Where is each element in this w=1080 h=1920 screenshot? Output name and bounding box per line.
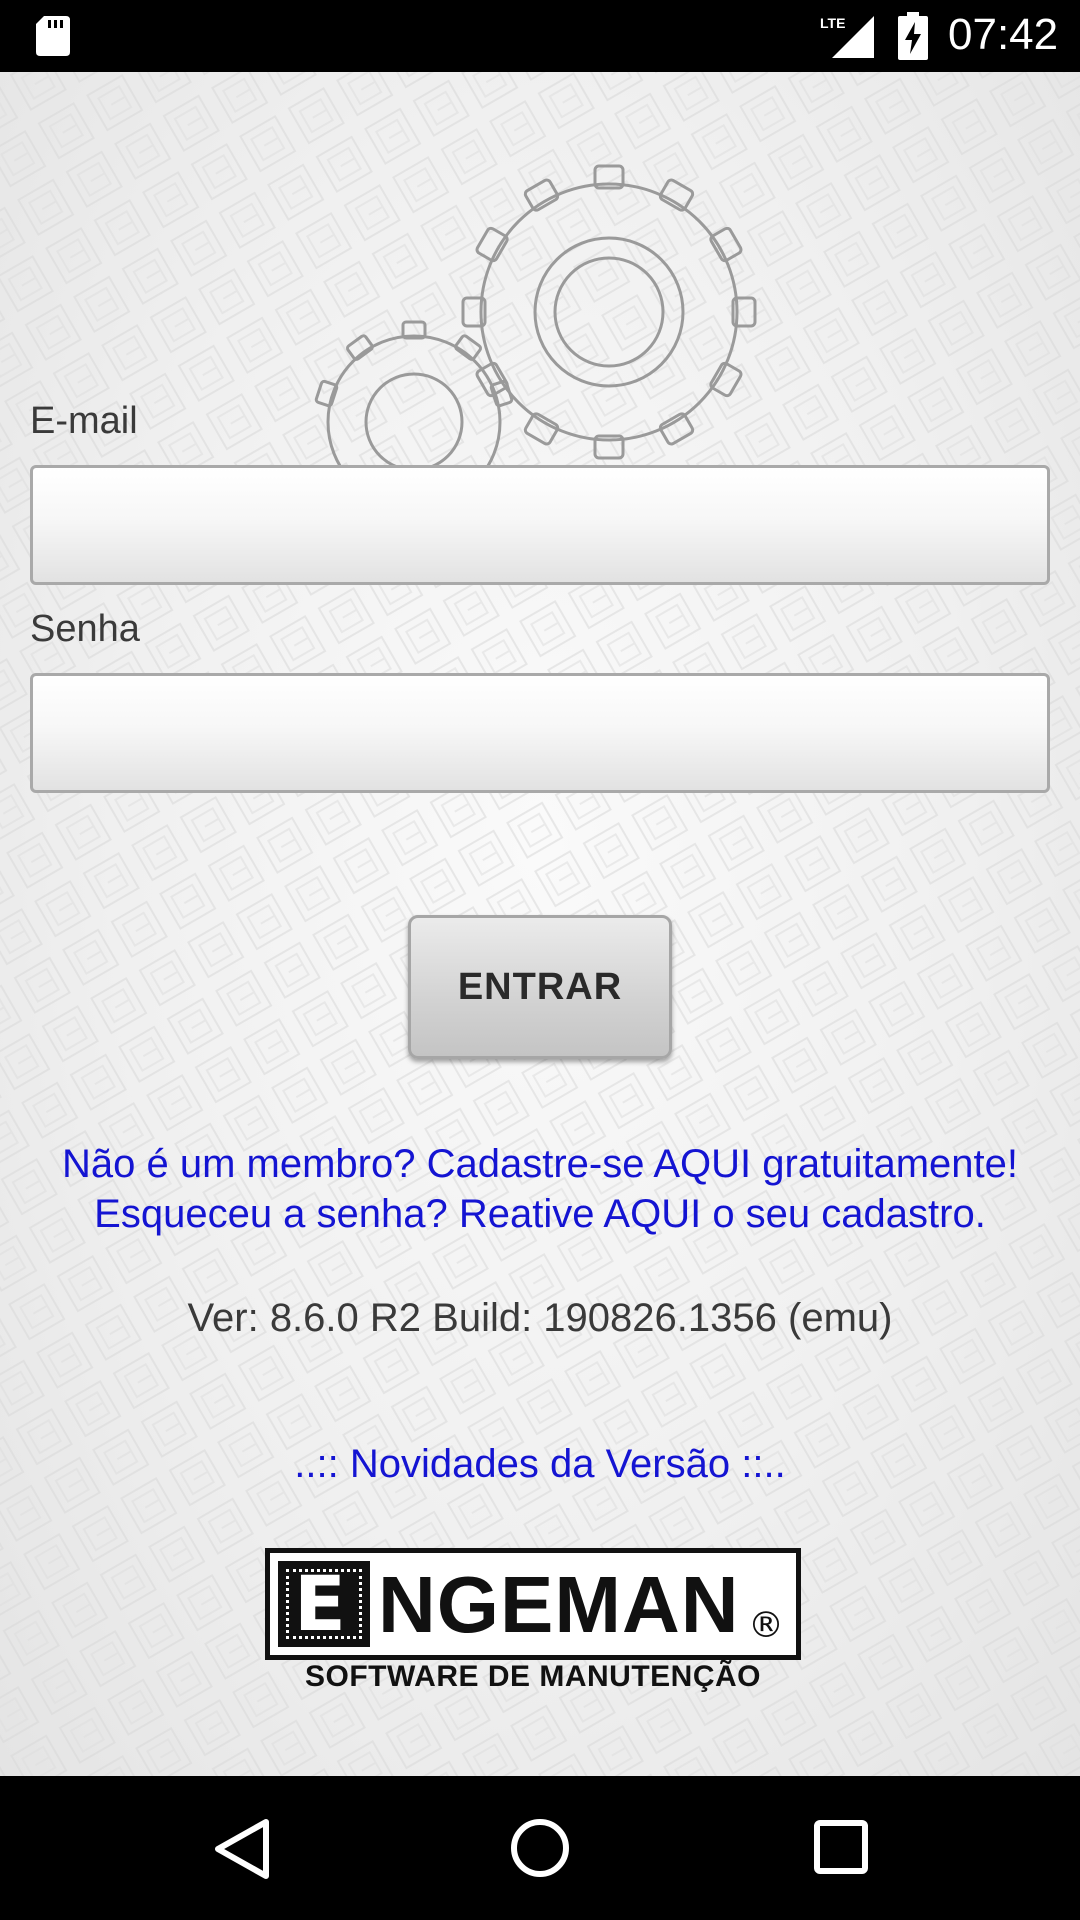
logo-name: NGEMAN (378, 1560, 740, 1649)
gears-icon (314, 164, 757, 466)
password-label: Senha (30, 608, 140, 650)
logo-e-mark: E (278, 1561, 370, 1647)
lte-signal-icon: LTE (820, 15, 874, 58)
recents-icon[interactable] (814, 1820, 868, 1874)
reactivate-account-link[interactable]: Esqueceu a senha? Reative AQUI o seu cad… (0, 1192, 1080, 1237)
sd-card-icon (36, 16, 70, 56)
battery-charging-icon (898, 12, 928, 60)
register-link[interactable]: Não é um membro? Cadastre-se AQUI gratui… (0, 1142, 1080, 1187)
login-screen: E-mail Senha ENTRAR Não é um membro? Cad… (0, 72, 1080, 1776)
password-input[interactable] (30, 673, 1050, 793)
logo-e-letter: E (294, 1559, 346, 1648)
navigation-bar (0, 1776, 1080, 1920)
release-notes-link[interactable]: ..:: Novidades da Versão ::.. (0, 1442, 1080, 1487)
logo-tagline: SOFTWARE DE MANUTENÇÃO (305, 1660, 761, 1693)
home-icon[interactable] (510, 1818, 570, 1878)
engeman-logo: E NGEMAN ® SOFTWARE DE MANUTENÇÃO (265, 1548, 801, 1693)
email-label: E-mail (30, 400, 138, 442)
registered-mark: ® (748, 1605, 784, 1646)
version-text: Ver: 8.6.0 R2 Build: 190826.1356 (emu) (187, 1296, 893, 1340)
back-icon[interactable] (212, 1818, 272, 1880)
status-clock: 07:42 (948, 10, 1059, 59)
email-input[interactable] (30, 465, 1050, 585)
svg-text:LTE: LTE (820, 15, 845, 31)
status-bar: LTE 07:42 (0, 0, 1080, 72)
login-button[interactable]: ENTRAR (408, 915, 672, 1059)
logo-frame: E NGEMAN ® (265, 1548, 801, 1660)
